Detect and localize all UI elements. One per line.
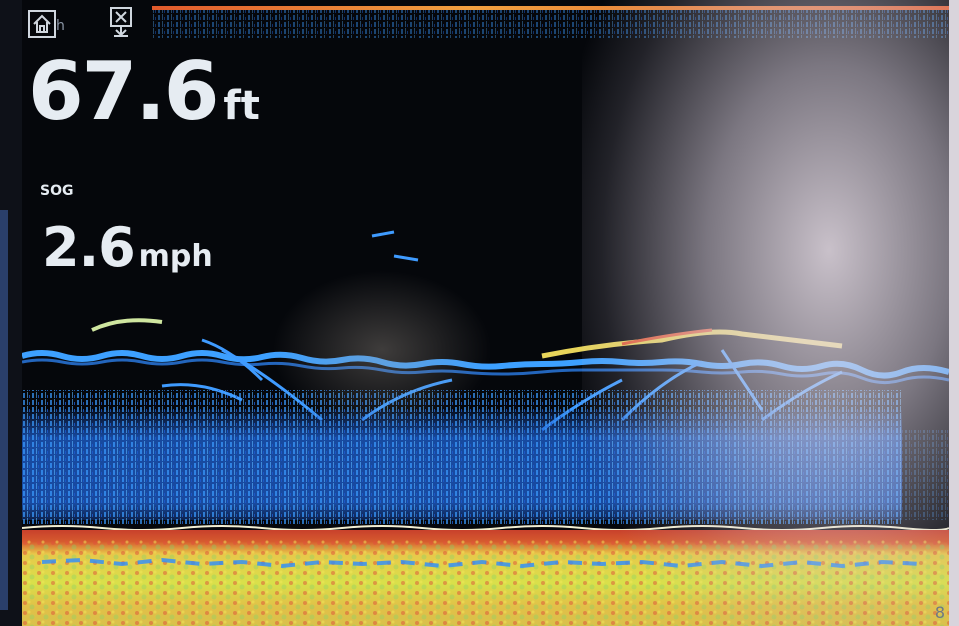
toolbar: h (22, 6, 182, 42)
fish-arch (393, 254, 419, 262)
depth-readout: 67.6 ft (28, 52, 260, 132)
home-icon[interactable] (28, 10, 56, 38)
fish-arch (371, 230, 395, 238)
home-suffix: h (56, 18, 65, 34)
waypoint-icon[interactable] (108, 6, 134, 38)
screen-glare (582, 0, 949, 626)
left-bezel-strip (0, 210, 8, 610)
left-bezel (0, 0, 22, 626)
speed-unit: mph (138, 239, 213, 274)
depth-value: 67.6 (28, 45, 219, 138)
fish-arch (91, 318, 163, 332)
right-bezel (949, 0, 959, 626)
range-mark: 8 (934, 603, 945, 622)
sog-label: SOG (40, 183, 74, 199)
screen-reflection (272, 270, 492, 430)
speed-readout: 2.6 mph (42, 218, 213, 278)
depth-unit: ft (223, 83, 260, 129)
speed-value: 2.6 (42, 216, 136, 279)
fishfinder-screen: h 67.6 ft SOG 2.6 mph 8 (22, 0, 949, 626)
